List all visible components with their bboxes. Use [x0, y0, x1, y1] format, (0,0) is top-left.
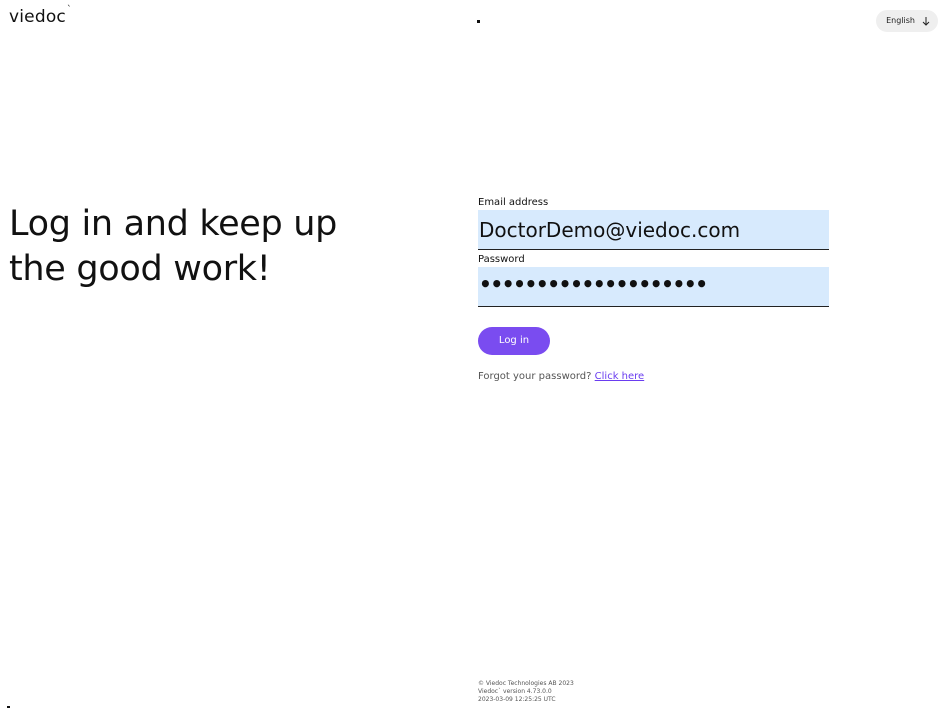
headline-line-2: the good work!	[9, 249, 271, 289]
footer-copyright: © Viedoc Technologies AB 2023	[478, 680, 574, 687]
forgot-password-text: Forgot your password?	[478, 371, 592, 382]
headline-line-1: Log in and keep up	[9, 204, 338, 244]
page-headline: Log in and keep up the good work!	[9, 202, 429, 292]
logo-mark: `	[66, 5, 72, 15]
password-field[interactable]: ••••••••••••••••••••	[478, 267, 829, 307]
viedoc-logo[interactable]: viedoc`	[9, 5, 72, 27]
language-label: English	[886, 16, 915, 25]
language-selector-button[interactable]: English	[876, 10, 938, 32]
footer: © Viedoc Technologies AB 2023 Viedoc` ve…	[478, 680, 574, 704]
login-button[interactable]: Log in	[478, 327, 550, 355]
footer-timestamp: 2023-03-09 12:25:25 UTC	[478, 696, 556, 703]
forgot-password-link[interactable]: Click here	[595, 371, 645, 382]
password-label: Password	[478, 254, 525, 265]
footer-version: Viedoc` version 4.73.0.0	[478, 688, 552, 695]
email-label: Email address	[478, 197, 549, 208]
arrow-down-icon	[922, 16, 930, 26]
logo-text: viedoc	[9, 7, 66, 27]
login-page: viedoc` English Log in and keep up the g…	[0, 0, 939, 708]
email-field[interactable]: DoctorDemo@viedoc.com	[478, 210, 829, 250]
decorative-dot	[477, 20, 480, 23]
forgot-password-row: Forgot your password? Click here	[478, 371, 829, 382]
email-value: DoctorDemo@viedoc.com	[479, 217, 741, 242]
password-masked-value: ••••••••••••••••••••	[479, 271, 708, 296]
login-form: Email address DoctorDemo@viedoc.com Pass…	[478, 196, 829, 382]
